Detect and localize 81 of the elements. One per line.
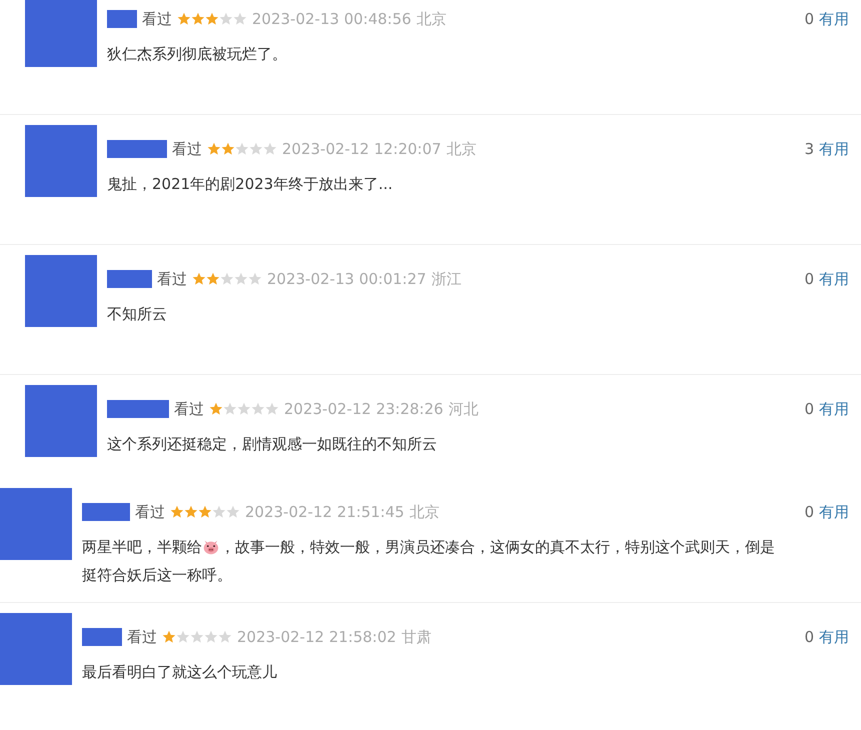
vote-count: 0 (804, 270, 814, 288)
comment-location: 北京 (409, 502, 440, 522)
comment-text: 狄仁杰系列彻底被玩烂了。 (107, 44, 287, 65)
useful-link[interactable]: 有用 (819, 400, 849, 418)
useful-link[interactable]: 有用 (819, 270, 849, 288)
useful-link[interactable]: 有用 (819, 502, 849, 522)
star-icon (198, 505, 212, 519)
star-icon (218, 630, 232, 644)
star-icon (237, 402, 251, 416)
star-icon (162, 630, 176, 644)
comment-location: 浙江 (431, 270, 462, 288)
redacted-name (107, 400, 169, 418)
watch-status: 看过 (172, 140, 202, 158)
star-icon (205, 12, 219, 26)
watch-status: 看过 (174, 400, 204, 418)
star-icon (221, 142, 235, 156)
watch-status: 看过 (135, 502, 165, 522)
redacted-avatar (25, 0, 97, 67)
comment-location: 北京 (416, 10, 446, 28)
comment-time: 2023-02-12 21:58:02 (237, 628, 396, 646)
star-icon (219, 12, 233, 26)
star-icon (223, 402, 237, 416)
comment-location: 北京 (446, 140, 476, 158)
pig-icon (202, 538, 220, 556)
star-icon (249, 142, 263, 156)
star-icon (177, 12, 191, 26)
star-icon (170, 505, 184, 519)
comment-text: 鬼扯，2021年的剧2023年终于放出来了... (107, 174, 393, 195)
useful-link[interactable]: 有用 (819, 628, 849, 646)
redacted-avatar (25, 125, 97, 197)
comment-text: 最后看明白了就这么个玩意儿 (82, 662, 277, 683)
redacted-name (107, 140, 167, 158)
comment-text: 这个系列还挺稳定，剧情观感一如既往的不知所云 (107, 434, 437, 455)
star-icon (212, 505, 226, 519)
star-icon (204, 630, 218, 644)
comment-text: 两星半吧，半颗给 (82, 537, 202, 558)
watch-status: 看过 (157, 270, 187, 288)
redacted-avatar (0, 488, 72, 560)
redacted-name (107, 10, 137, 28)
star-icon (234, 272, 248, 286)
redacted-name (82, 628, 122, 646)
comment-time: 2023-02-12 21:51:45 (245, 503, 404, 521)
redacted-avatar (0, 613, 72, 685)
star-icon (251, 402, 265, 416)
comment-text: ，故事一般，特效一般，男演员还凑合，这俩女的真不太行，特别这个武则天，倒是 (220, 537, 775, 558)
redacted-name (82, 503, 130, 521)
vote-count: 0 (804, 10, 814, 28)
redacted-avatar (25, 255, 97, 327)
watch-status: 看过 (127, 628, 157, 646)
star-icon (190, 630, 204, 644)
vote-count: 0 (804, 628, 814, 646)
watch-status: 看过 (142, 10, 172, 28)
redacted-avatar (25, 385, 97, 457)
star-icon (248, 272, 262, 286)
comment-time: 2023-02-13 00:01:27 (267, 270, 426, 288)
comment-time: 2023-02-12 12:20:07 (282, 140, 442, 158)
comment-location: 甘肃 (401, 628, 432, 646)
redacted-name (107, 270, 152, 288)
comment-time: 2023-02-13 00:48:56 (252, 10, 412, 28)
star-icon (226, 505, 240, 519)
star-icon (220, 272, 234, 286)
vote-count: 3 (804, 140, 814, 158)
star-icon (209, 402, 223, 416)
star-icon (191, 12, 205, 26)
comment-text: 挺符合妖后这一称呼。 (82, 565, 232, 586)
comment-location: 河北 (448, 400, 478, 418)
star-icon (192, 272, 206, 286)
star-icon (265, 402, 279, 416)
vote-count: 0 (804, 503, 814, 521)
star-icon (207, 142, 221, 156)
star-icon (263, 142, 277, 156)
comment-time: 2023-02-12 23:28:26 (284, 400, 444, 418)
star-icon (206, 272, 220, 286)
star-icon (233, 12, 247, 26)
star-icon (184, 505, 198, 519)
comment-text: 不知所云 (107, 304, 167, 325)
vote-count: 0 (804, 400, 814, 418)
star-icon (235, 142, 249, 156)
useful-link[interactable]: 有用 (819, 10, 849, 28)
star-icon (176, 630, 190, 644)
useful-link[interactable]: 有用 (819, 140, 849, 158)
